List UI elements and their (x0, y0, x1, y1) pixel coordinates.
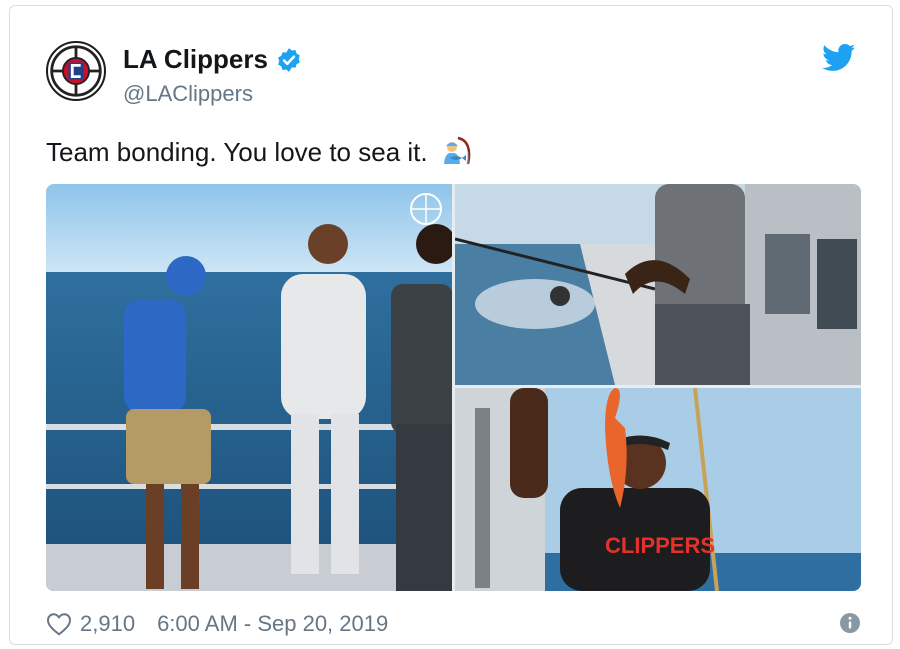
verified-badge-icon (278, 47, 300, 72)
photo-players-on-boat[interactable] (46, 184, 452, 591)
tweet-timestamp[interactable]: 6:00 AM - Sep 20, 2019 (157, 611, 388, 637)
person-fishing-emoji-icon (443, 136, 470, 165)
like-count: 2,910 (80, 611, 136, 636)
author-handle[interactable]: @LAClippers (123, 81, 253, 107)
info-icon[interactable] (839, 612, 861, 634)
photo-fishing-rod[interactable] (455, 184, 861, 385)
author-name-row[interactable]: LA Clippers (123, 44, 302, 75)
svg-text:CLIPPERS: CLIPPERS (605, 533, 715, 558)
tweet-card[interactable]: LA Clippers @LAClippers Team bonding. Yo… (9, 5, 893, 645)
tweet-footer: 2,910 6:00 AM - Sep 20, 2019 (46, 610, 861, 638)
heart-icon[interactable] (46, 612, 72, 636)
tweet-text: Team bonding. You love to sea it. (46, 134, 474, 170)
photo-player-holding-fish[interactable]: CLIPPERS (455, 388, 861, 591)
tweet-media-grid[interactable]: CLIPPERS (46, 184, 861, 591)
la-clippers-logo-icon[interactable] (46, 41, 106, 101)
like-button[interactable]: 2,910 (46, 611, 135, 637)
tweet-text-content: Team bonding. You love to sea it. (46, 136, 428, 167)
author-display-name[interactable]: LA Clippers (123, 44, 268, 75)
twitter-bird-icon[interactable] (822, 44, 856, 72)
